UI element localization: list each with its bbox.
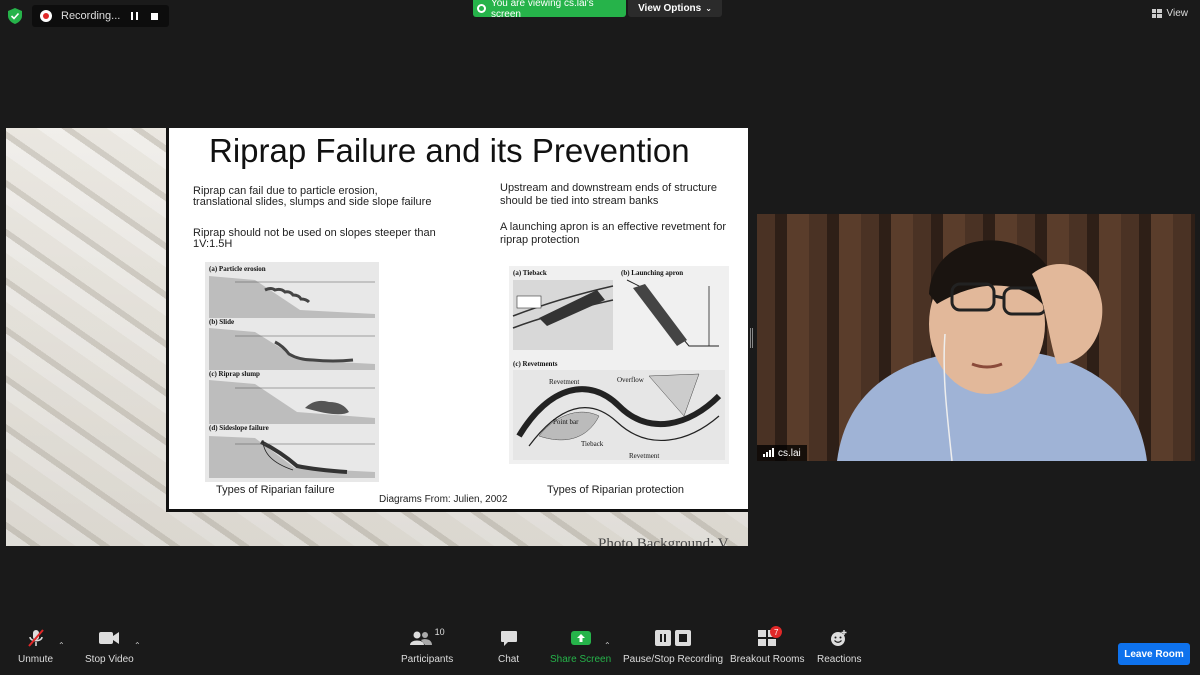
slide-text-right-1: Upstream and downstream ends of structur… xyxy=(500,182,718,207)
riprap-protection-diagram: (a) Tieback (b) Launching apron (c) Reve… xyxy=(509,266,729,464)
recording-controls-icon xyxy=(655,627,692,649)
record-icon xyxy=(40,10,52,22)
caption-failure: Types of Riparian failure xyxy=(216,484,335,496)
fig-label-tieback: (a) Tieback xyxy=(513,269,547,277)
chat-button[interactable]: Chat xyxy=(498,627,519,665)
shield-icon[interactable] xyxy=(8,8,22,24)
fig-label-d: (d) Sideslope failure xyxy=(209,424,269,432)
stop-video-label: Stop Video xyxy=(85,654,134,665)
breakout-rooms-badge: 7 xyxy=(770,626,783,638)
fig-label-overflow: Overflow xyxy=(617,376,645,384)
protection-panel-c: (c) Revetments Revetment Point bar Tieba… xyxy=(513,360,725,460)
breakout-rooms-icon: 7 xyxy=(758,626,783,649)
stop-icon xyxy=(150,12,158,20)
share-screen-icon xyxy=(570,627,591,649)
leave-room-button[interactable]: Leave Room xyxy=(1118,643,1190,665)
share-options-chevron-icon[interactable]: ⌃ xyxy=(604,641,611,650)
slide-title: Riprap Failure and its Prevention xyxy=(209,132,690,169)
participant-name-tag: cs.lai xyxy=(757,445,807,461)
pause-icon xyxy=(130,12,138,20)
fig-label-tieback-2: Tieback xyxy=(581,440,604,448)
share-screen-button[interactable]: Share Screen xyxy=(550,627,611,665)
photo-credit: Photo Background: V xyxy=(598,536,729,546)
caption-protection: Types of Riparian protection xyxy=(547,484,684,496)
participant-name: cs.lai xyxy=(778,447,801,459)
stop-video-button[interactable]: Stop Video xyxy=(85,627,134,665)
fig-label-point-bar: Point bar xyxy=(553,418,579,426)
fig-label-revetment-1: Revetment xyxy=(549,378,579,386)
slide-text-left-1: Riprap can fail due to particle erosion,… xyxy=(193,185,432,208)
presentation-slide: Riprap Failure and its Prevention Riprap… xyxy=(166,128,748,512)
mic-muted-icon xyxy=(26,627,46,649)
unmute-button[interactable]: Unmute xyxy=(18,627,53,665)
reactions-label: Reactions xyxy=(817,654,862,665)
screen-share-banner: You are viewing cs.lai's screen xyxy=(473,0,626,20)
zoom-meeting-window: Recording... You are viewing cs.lai's sc… xyxy=(0,0,1200,675)
slide-text-left-2: Riprap should not be used on slopes stee… xyxy=(193,227,436,250)
recording-indicator: Recording... xyxy=(32,5,169,27)
participants-button[interactable]: 10 Participants xyxy=(401,627,453,665)
riprap-failure-diagram: (a) Particle erosion (b) Slide (c) Ripra… xyxy=(205,262,379,482)
fig-label-b: (b) Slide xyxy=(209,318,234,326)
fig-label-launching-apron: (b) Launching apron xyxy=(621,269,683,277)
view-options-label: View Options xyxy=(638,3,702,14)
split-view-handle[interactable] xyxy=(750,328,753,348)
shared-screen: Photo Background: V Riprap Failure and i… xyxy=(6,128,748,546)
fig-label-a: (a) Particle erosion xyxy=(209,265,266,273)
pause-stop-recording-button[interactable]: Pause/Stop Recording xyxy=(623,627,723,665)
signal-strength-icon xyxy=(763,448,774,457)
fig-label-revetment-2: Revetment xyxy=(629,452,659,460)
stop-recording-button[interactable] xyxy=(147,9,161,23)
video-options-chevron-icon[interactable]: ⌃ xyxy=(134,641,141,650)
smiley-icon xyxy=(830,627,848,649)
breakout-rooms-button[interactable]: 7 Breakout Rooms xyxy=(730,626,805,665)
audio-options-chevron-icon[interactable]: ⌃ xyxy=(58,641,65,650)
sharing-dot-icon xyxy=(477,4,486,13)
participant-video-tile[interactable]: cs.lai xyxy=(757,214,1195,461)
unmute-label: Unmute xyxy=(18,654,54,665)
grid-view-icon xyxy=(1151,9,1162,18)
view-label: View xyxy=(1166,8,1189,19)
meeting-toolbar: Unmute ⌃ Stop Video ⌃ 10 Participants Ch… xyxy=(0,625,1200,675)
pause-stop-recording-label: Pause/Stop Recording xyxy=(623,654,724,665)
participants-icon: 10 xyxy=(409,627,445,649)
participants-label: Participants xyxy=(401,654,454,665)
fig-label-revetments: (c) Revetments xyxy=(513,360,558,368)
view-options-button[interactable]: View Options ⌄ xyxy=(628,0,722,17)
recording-label: Recording... xyxy=(61,10,121,22)
chat-bubble-icon xyxy=(500,627,518,649)
slide-text-right-2: A launching apron is an effective revetm… xyxy=(500,221,727,246)
view-button[interactable]: View xyxy=(1151,8,1189,19)
video-camera-icon xyxy=(98,627,120,649)
breakout-rooms-label: Breakout Rooms xyxy=(730,654,805,665)
participants-count: 10 xyxy=(434,627,445,637)
chevron-down-icon: ⌄ xyxy=(705,4,712,13)
viewing-banner-text: You are viewing cs.lai's screen xyxy=(490,0,594,20)
fig-label-c: (c) Riprap slump xyxy=(209,370,260,378)
participant-video-feed xyxy=(837,240,1147,461)
protection-panel-a: (a) Tieback xyxy=(512,269,614,350)
share-screen-label: Share Screen xyxy=(550,654,612,665)
pause-recording-button[interactable] xyxy=(127,9,141,23)
diagram-credit: Diagrams From: Julien, 2002 xyxy=(379,494,508,505)
reactions-button[interactable]: Reactions xyxy=(817,627,861,665)
chat-label: Chat xyxy=(498,654,520,665)
